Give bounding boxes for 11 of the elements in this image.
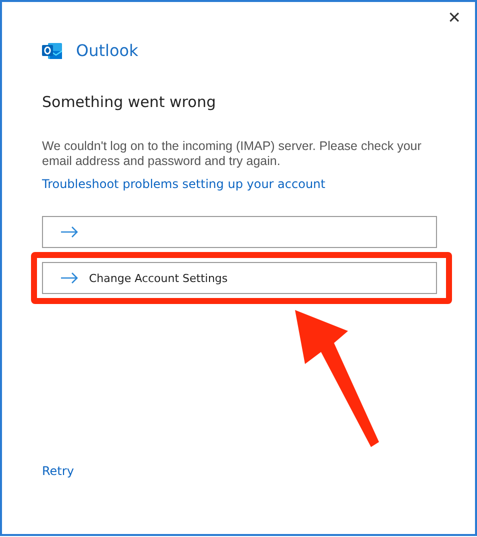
option-button[interactable] xyxy=(42,216,437,248)
error-heading: Something went wrong xyxy=(42,93,217,111)
arrow-right-icon xyxy=(61,226,79,238)
arrow-right-icon xyxy=(61,272,79,284)
troubleshoot-link[interactable]: Troubleshoot problems setting up your account xyxy=(42,177,326,191)
option-button[interactable]: Change Account Settings xyxy=(42,262,437,294)
close-button[interactable]: ✕ xyxy=(444,6,465,29)
retry-link[interactable]: Retry xyxy=(42,464,74,478)
error-message: We couldn't log on to the incoming (IMAP) server. Please check your email address and password and try again. xyxy=(42,139,422,169)
app-name: Outlook xyxy=(76,41,138,60)
outlook-logo-icon xyxy=(42,42,64,60)
